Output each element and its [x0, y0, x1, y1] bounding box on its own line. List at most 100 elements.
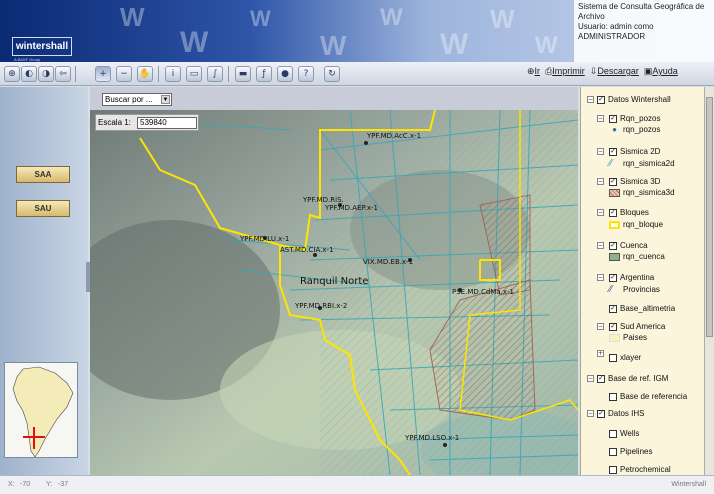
- layer-rqn-pozos: ✓ Rqn_pozos: [609, 114, 660, 123]
- layer-label: Wells: [620, 429, 640, 438]
- identify-icon[interactable]: i: [165, 66, 181, 82]
- expand-xlayer[interactable]: +: [597, 350, 604, 357]
- watermark-w-4: W: [320, 30, 347, 61]
- toolbar-separator: [158, 66, 159, 82]
- watermark-w-3: W: [250, 6, 271, 31]
- checkbox-base-altimetria[interactable]: ✓: [609, 304, 617, 313]
- layer-label: Sismica 3D: [620, 177, 661, 186]
- layer-label: Base de referencia: [620, 392, 688, 401]
- zoom-back-icon[interactable]: ⇦: [55, 66, 71, 82]
- select-icon[interactable]: ▭: [186, 66, 202, 82]
- search-dropdown[interactable]: Buscar por ... ▼: [102, 93, 172, 106]
- layer-scrollbar[interactable]: [704, 87, 714, 475]
- checkbox-wells[interactable]: [609, 429, 617, 438]
- zoom-next-icon[interactable]: ◑: [38, 66, 54, 82]
- toolbar-separator: [75, 66, 76, 82]
- user-line: Usuario: admin como: [578, 22, 654, 31]
- map-area[interactable]: Buscar por ... ▼ YPF.MD.AcC.x-1 YPF.MD.R…: [90, 87, 578, 475]
- checkbox-rqn-pozos[interactable]: ✓: [609, 114, 617, 123]
- saa-button[interactable]: SAA: [16, 166, 70, 183]
- sau-button[interactable]: SAU: [16, 200, 70, 217]
- well-label-vix: VIX.MD.EB.x-1: [363, 258, 414, 266]
- well-label-luc: YPF.MD.LU.x-1: [240, 235, 290, 243]
- expand-cuenca[interactable]: −: [597, 242, 604, 249]
- well-label-ast: AST.MD.CIA.x-1: [280, 246, 334, 254]
- layer-label: Sud America: [620, 322, 666, 331]
- locate-icon[interactable]: ●: [277, 66, 293, 82]
- expand-sismica-3d[interactable]: −: [597, 178, 604, 185]
- buffer-icon[interactable]: ƒ: [256, 66, 272, 82]
- status-bar: X: -70 Y: -37 Wintershall: [0, 475, 714, 494]
- watermark-w-7: W: [490, 4, 515, 34]
- hatch-swatch-icon: [609, 188, 620, 197]
- layer-base-ref-igm: ✓ Base de ref. IGM: [597, 374, 668, 383]
- ir-link[interactable]: Ir: [535, 66, 541, 76]
- layer-label: Petrochemical: [620, 465, 671, 474]
- layer-label: Argentina: [620, 273, 655, 282]
- expand-datos-wintershall[interactable]: −: [587, 96, 594, 103]
- layer-base-referencia: Base de referencia: [609, 392, 687, 401]
- expand-bloques[interactable]: −: [597, 209, 604, 216]
- checkbox-base-ref-igm[interactable]: ✓: [597, 374, 605, 383]
- legend-label: rqn_bloque: [623, 220, 664, 229]
- query-icon[interactable]: ?: [298, 66, 314, 82]
- checkbox-base-referencia[interactable]: [609, 392, 617, 401]
- map-canvas[interactable]: YPF.MD.AcC.x-1 YPF.MD.RiS. YPF.MD.AEP.x-…: [90, 110, 578, 475]
- expand-argentina[interactable]: −: [597, 274, 604, 281]
- brand-label: Wintershall: [671, 481, 706, 488]
- checkbox-bloques[interactable]: ✓: [609, 208, 617, 217]
- goto-icon: ⊕: [527, 66, 535, 76]
- south-america-outline: [12, 366, 74, 457]
- checkbox-datos-wintershall[interactable]: ✓: [597, 95, 605, 104]
- expand-sismica-2d[interactable]: −: [597, 148, 604, 155]
- layer-datos-wintershall: ✓ Datos Wintershall: [597, 95, 671, 104]
- overview-map[interactable]: [4, 362, 78, 458]
- outline-swatch-icon: [609, 220, 620, 229]
- ayuda-link[interactable]: Ayuda: [652, 66, 677, 76]
- header-info: Sistema de Consulta Geográfica de Archiv…: [574, 0, 714, 62]
- expand-rqn-pozos[interactable]: −: [597, 115, 604, 122]
- layer-label: Datos Wintershall: [608, 95, 671, 104]
- layer-panel: − ✓ Datos Wintershall − ✓ Rqn_pozos ● rqn_p…: [580, 87, 714, 475]
- legend-provincias: ∕∕ Provincias: [609, 284, 660, 295]
- zoom-prev-icon[interactable]: ◐: [21, 66, 37, 82]
- zoom-in-icon[interactable]: +: [95, 66, 111, 82]
- checkbox-sud-america[interactable]: ✓: [609, 322, 617, 331]
- pan-hand-icon[interactable]: ✋: [137, 66, 153, 82]
- refresh-icon[interactable]: ↻: [324, 66, 340, 82]
- x-coord-label: X:: [8, 481, 15, 488]
- measure-icon[interactable]: ▬: [235, 66, 251, 82]
- chevron-down-icon: ▼: [161, 95, 170, 104]
- checkbox-sismica-2d[interactable]: ✓: [609, 147, 617, 156]
- scale-input[interactable]: 539840: [137, 117, 197, 129]
- scrollbar-thumb[interactable]: [706, 97, 713, 337]
- watermark-w-2: W: [180, 26, 209, 59]
- expand-datos-ihs[interactable]: −: [587, 410, 594, 417]
- legend-rqn-pozos: ● rqn_pozos: [609, 125, 660, 134]
- expand-sud-america[interactable]: −: [597, 323, 604, 330]
- checkbox-pipelines[interactable]: [609, 447, 617, 456]
- user-role: ADMINISTRADOR: [578, 32, 646, 41]
- descargar-link[interactable]: Descargar: [597, 66, 639, 76]
- well-label-cdm: PSE.MD.CdMa.x-1: [452, 288, 514, 296]
- checkbox-xlayer[interactable]: [609, 353, 617, 362]
- imprimir-link[interactable]: Imprimir: [552, 66, 585, 76]
- legend-label: rqn_sismica3d: [623, 188, 675, 197]
- layer-label: Base_altimetria: [620, 304, 676, 313]
- app-window: W W W W W W W W wintershall A BASF Group…: [0, 0, 714, 494]
- scale-box: Escala 1: 539840: [95, 114, 199, 131]
- zoom-out-icon[interactable]: −: [116, 66, 132, 82]
- checkbox-argentina[interactable]: ✓: [609, 273, 617, 282]
- layer-label: Cuenca: [620, 241, 648, 250]
- zoom-full-icon[interactable]: ⊕: [4, 66, 20, 82]
- layer-xlayer: xlayer: [609, 353, 641, 362]
- layer-label: Pipelines: [620, 447, 653, 456]
- checkbox-cuenca[interactable]: ✓: [609, 241, 617, 250]
- hyperlink-icon[interactable]: ∫: [207, 66, 223, 82]
- checkbox-datos-ihs[interactable]: ✓: [597, 409, 605, 418]
- expand-base-ref-igm[interactable]: −: [587, 375, 594, 382]
- well-label-acc: YPF.MD.AcC.x-1: [367, 132, 422, 140]
- checkbox-sismica-3d[interactable]: ✓: [609, 177, 617, 186]
- watermark-w-6: W: [440, 28, 469, 61]
- checkbox-petrochemical[interactable]: [609, 465, 617, 474]
